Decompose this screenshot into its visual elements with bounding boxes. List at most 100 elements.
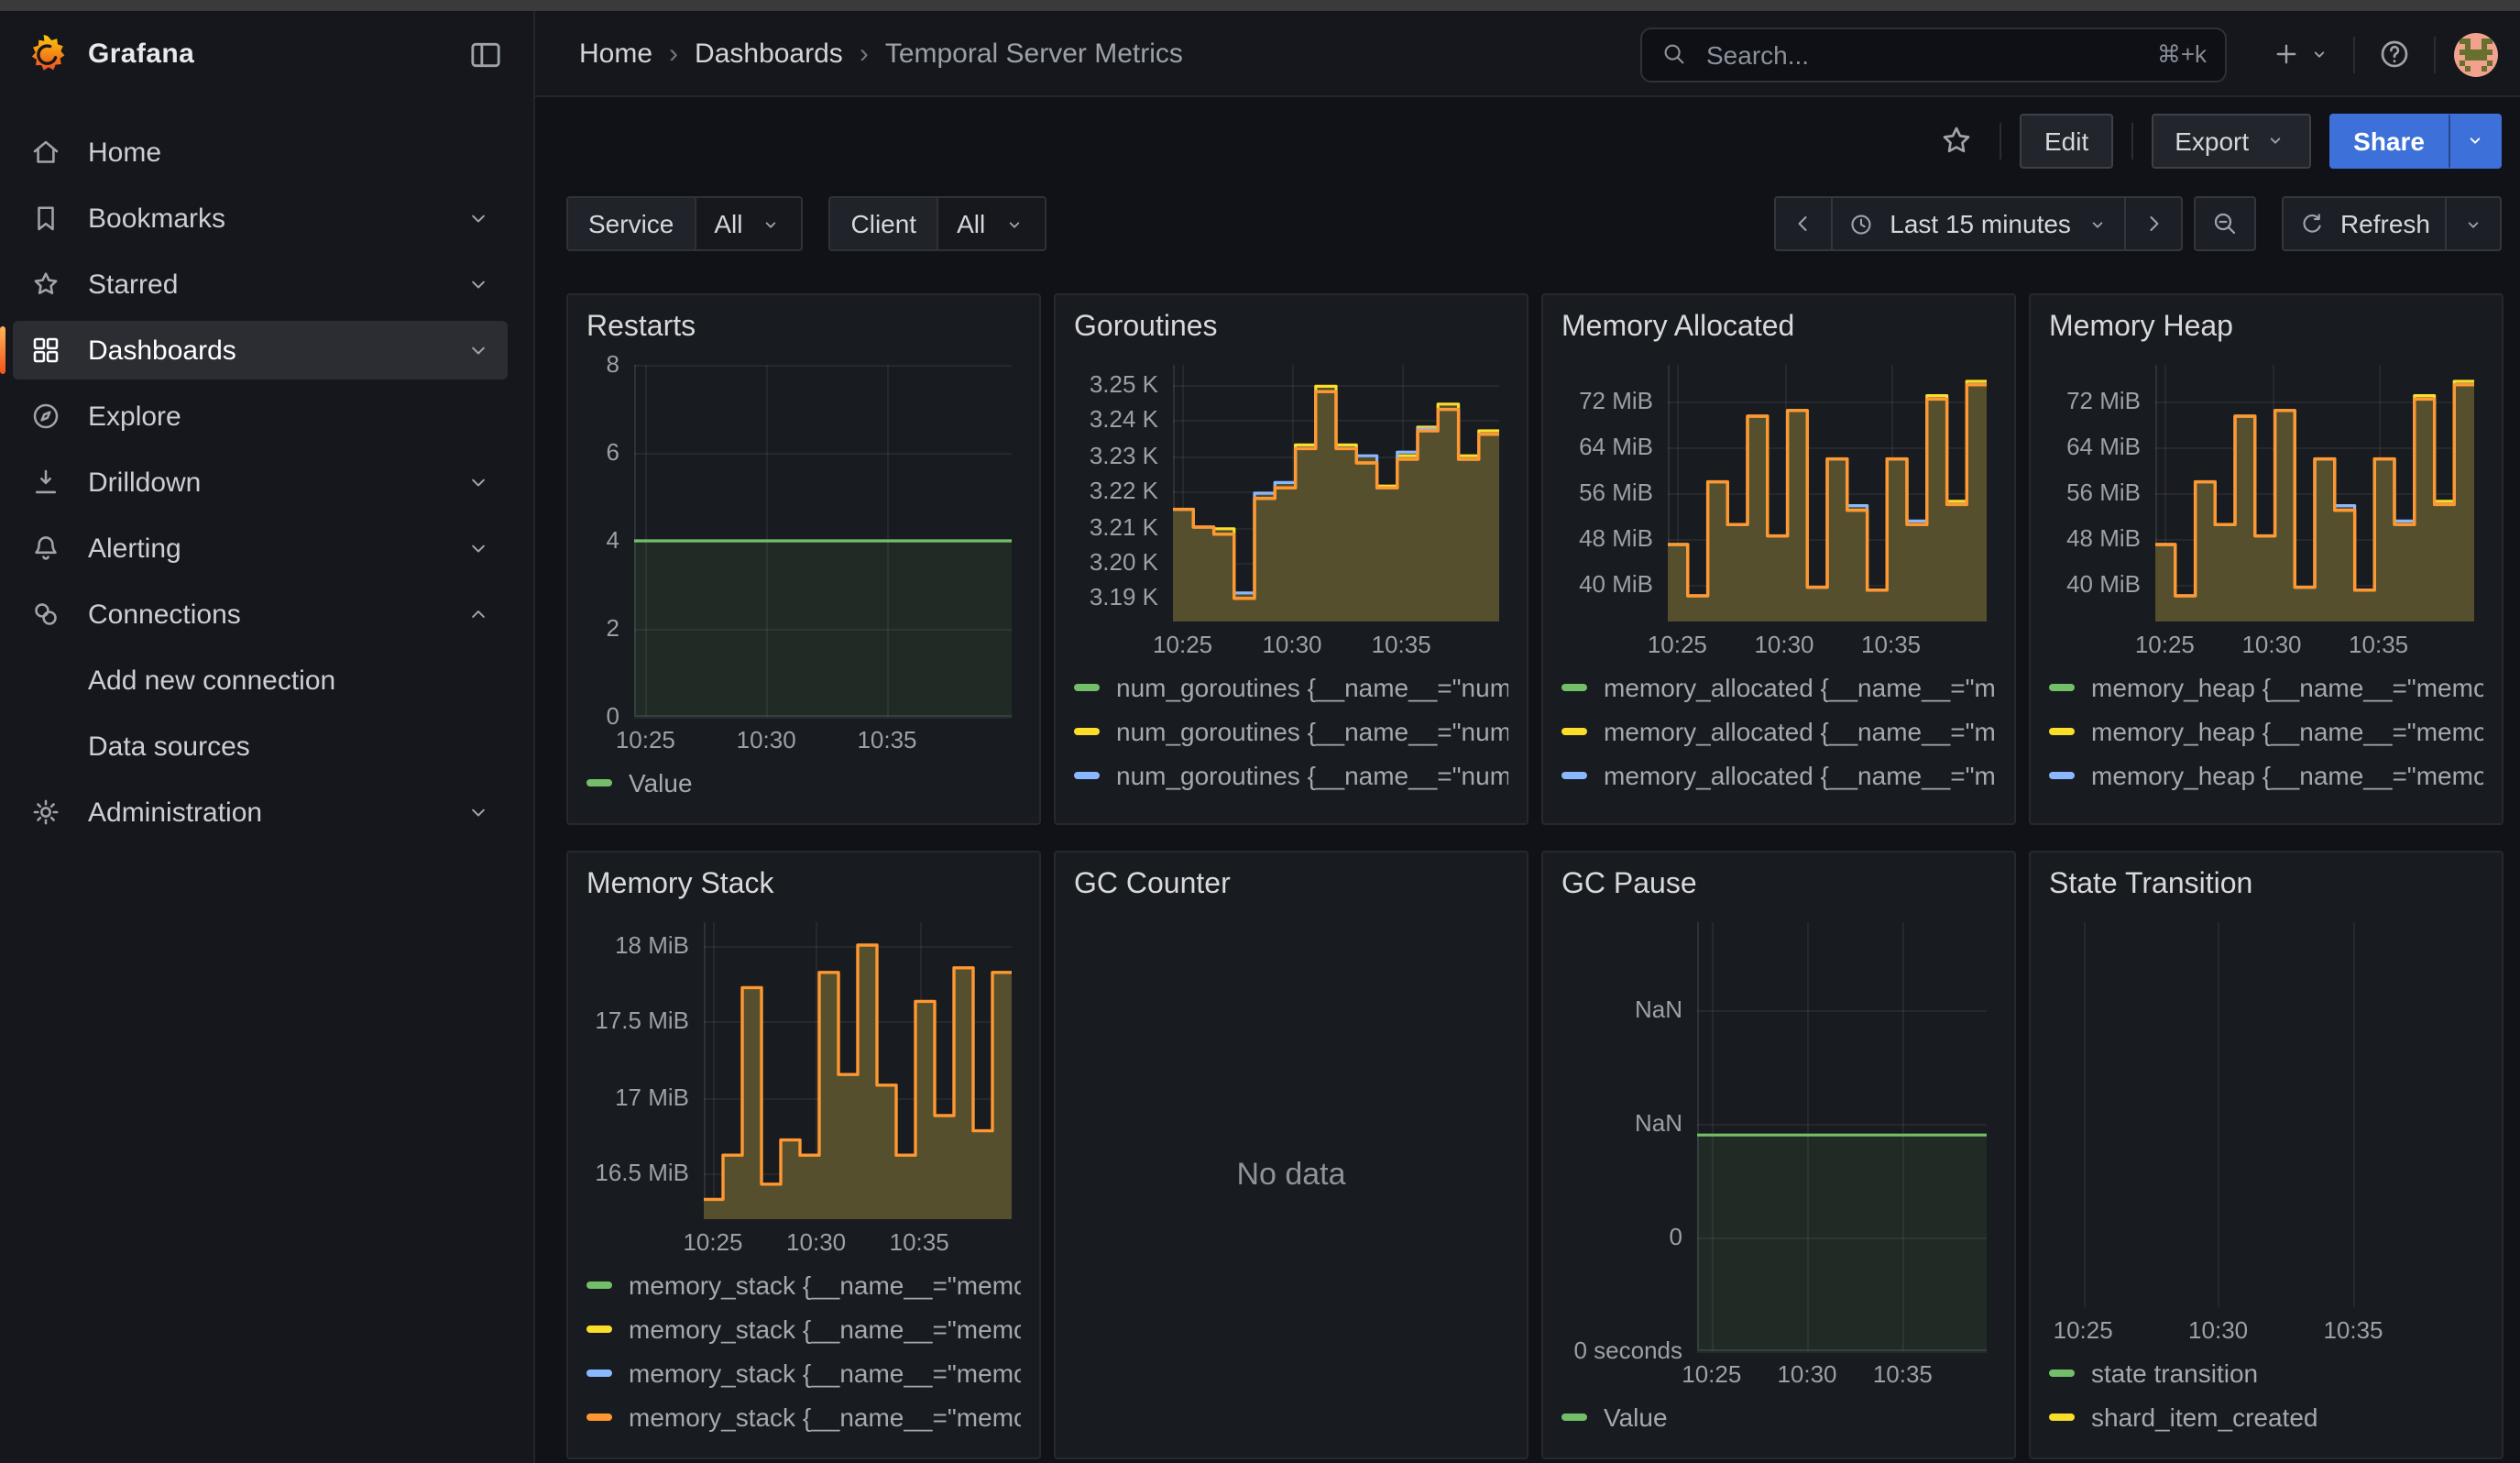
legend-series-marker xyxy=(2049,728,2075,735)
chart-state-transition[interactable]: 10:2510:3010:35 xyxy=(2049,908,2483,1348)
zoom-out-group xyxy=(2194,196,2256,251)
chart-restarts[interactable]: 0246810:2510:3010:35 xyxy=(586,350,1021,757)
legend-item[interactable]: memory_allocated {__name__="memo xyxy=(1561,754,1996,798)
legend-item[interactable]: shard_item_created xyxy=(2049,1395,2483,1439)
share-button[interactable]: Share xyxy=(2329,113,2449,168)
edit-button[interactable]: Edit xyxy=(2021,113,2112,168)
no-data-message: No data xyxy=(1074,908,1508,1443)
time-range-picker[interactable]: Last 15 minutes xyxy=(1831,198,2124,249)
filter-client: ClientAll xyxy=(829,196,1046,251)
y-axis-label: 40 MiB xyxy=(1561,570,1653,598)
sidebar-item-explore[interactable]: Explore xyxy=(13,387,508,446)
sidebar-item-alerting[interactable]: Alerting xyxy=(13,519,508,578)
legend-item[interactable]: num_goroutines {__name__="num_go xyxy=(1074,710,1508,754)
legend-item[interactable]: memory_heap {__name__="memory_h xyxy=(2049,710,2483,754)
chevron-down-icon xyxy=(760,212,783,236)
legend-item[interactable]: state transition xyxy=(2049,1351,2483,1395)
refresh-button[interactable]: Refresh xyxy=(2284,198,2445,249)
search-input[interactable] xyxy=(1703,38,2142,71)
legend-item[interactable]: memory_stack {__name__="memory_s xyxy=(586,1351,1021,1395)
legend-item[interactable]: num_goroutines {__name__="num_go xyxy=(1074,666,1508,710)
filter-client-select[interactable]: All xyxy=(938,198,1044,249)
y-axis-label: 48 MiB xyxy=(1561,524,1653,552)
panel-title[interactable]: State Transition xyxy=(2049,864,2483,908)
y-axis-label: 4 xyxy=(586,526,619,554)
legend-series-label: memory_stack {__name__="memory_s xyxy=(629,1270,1021,1300)
y-gridline xyxy=(1173,420,1499,422)
y-axis-label: 56 MiB xyxy=(2049,478,2141,506)
legend: state transitionshard_item_created xyxy=(2049,1348,2483,1443)
breadcrumb-item[interactable]: Dashboards xyxy=(695,38,843,70)
help-icon[interactable] xyxy=(2373,33,2416,75)
top-nav: Grafana Home›Dashboards›Temporal Server … xyxy=(0,11,2520,97)
chevron-down-icon xyxy=(1002,212,1025,236)
chart-gc-pause[interactable]: 0 seconds0NaNNaN10:2510:3010:35 xyxy=(1561,908,1996,1392)
panel-title[interactable]: Memory Heap xyxy=(2049,306,2483,350)
grafana-logo-icon[interactable] xyxy=(26,32,70,76)
panel-title[interactable]: GC Pause xyxy=(1561,864,1996,908)
panel-title[interactable]: Memory Allocated xyxy=(1561,306,1996,350)
legend-item[interactable]: memory_stack {__name__="memory_s xyxy=(586,1263,1021,1307)
legend-series-label: memory_stack {__name__="memory_s xyxy=(629,1402,1021,1432)
favorite-star-icon[interactable] xyxy=(1933,116,1982,165)
legend-item[interactable]: Value xyxy=(586,761,1021,805)
export-button[interactable]: Export xyxy=(2151,113,2311,168)
legend-item[interactable]: memory_heap {__name__="memory_h xyxy=(2049,798,2483,808)
legend-item[interactable]: memory_allocated {__name__="memo xyxy=(1561,798,1996,808)
x-axis-label: 10:30 xyxy=(1262,631,1321,658)
y-gridline xyxy=(634,365,1012,367)
y-axis-label: 3.22 K xyxy=(1074,477,1158,504)
sidebar-item-administration[interactable]: Administration xyxy=(13,783,508,842)
legend-item[interactable]: num_goroutines {__name__="num_go xyxy=(1074,798,1508,808)
search-box[interactable]: ⌘+k xyxy=(1640,27,2227,82)
chart-memory-stack[interactable]: 16.5 MiB17 MiB17.5 MiB18 MiB10:2510:3010… xyxy=(586,908,1021,1260)
share-options-button[interactable] xyxy=(2449,113,2502,168)
sidebar-item-label: Bookmarks xyxy=(88,203,225,234)
panel-title[interactable]: Goroutines xyxy=(1074,306,1508,350)
sidebar-item-drilldown[interactable]: Drilldown xyxy=(13,453,508,512)
chart-memory-allocated[interactable]: 40 MiB48 MiB56 MiB64 MiB72 MiB10:2510:30… xyxy=(1561,350,1996,662)
sidebar-item-add-new-connection[interactable]: Add new connection xyxy=(13,651,508,710)
panel-title[interactable]: GC Counter xyxy=(1074,864,1508,908)
time-shift-back-button[interactable] xyxy=(1776,198,1831,249)
chevron-up-icon xyxy=(466,601,491,627)
gear-icon xyxy=(29,796,62,829)
y-axis-label: 18 MiB xyxy=(586,930,689,958)
avatar[interactable] xyxy=(2454,32,2498,76)
time-shift-forward-button[interactable] xyxy=(2124,198,2181,249)
sidebar-item-home[interactable]: Home xyxy=(13,123,508,182)
add-button[interactable] xyxy=(2267,35,2335,73)
sidebar-item-dashboards[interactable]: Dashboards xyxy=(13,321,508,380)
x-gridline xyxy=(2219,922,2220,1307)
legend-item[interactable]: memory_stack {__name__="memory_s xyxy=(586,1307,1021,1351)
legend-item[interactable]: num_goroutines {__name__="num_go xyxy=(1074,754,1508,798)
refresh-interval-button[interactable] xyxy=(2445,198,2500,249)
sidebar-item-data-sources[interactable]: Data sources xyxy=(13,717,508,776)
legend-item[interactable]: memory_allocated {__name__="memo xyxy=(1561,666,1996,710)
legend-series-marker xyxy=(2049,1414,2075,1421)
legend-item[interactable]: memory_heap {__name__="memory_h xyxy=(2049,666,2483,710)
legend-item[interactable]: memory_heap {__name__="memory_h xyxy=(2049,754,2483,798)
chart-memory-heap[interactable]: 40 MiB48 MiB56 MiB64 MiB72 MiB10:2510:30… xyxy=(2049,350,2483,662)
legend: memory_allocated {__name__="memomemory_a… xyxy=(1561,662,1996,808)
chart-goroutines[interactable]: 3.19 K3.20 K3.21 K3.22 K3.23 K3.24 K3.25… xyxy=(1074,350,1508,662)
x-gridline xyxy=(1784,365,1786,622)
sidebar-item-label: Explore xyxy=(88,401,181,432)
legend-item[interactable]: Value xyxy=(1561,1395,1996,1439)
legend-item[interactable]: memory_stack {__name__="memory_s xyxy=(586,1395,1021,1439)
panel-title[interactable]: Memory Stack xyxy=(586,864,1021,908)
sidebar-item-starred[interactable]: Starred xyxy=(13,255,508,314)
legend-item[interactable]: memory_allocated {__name__="memo xyxy=(1561,710,1996,754)
filter-service-select[interactable]: All xyxy=(696,198,801,249)
y-axis-label: 40 MiB xyxy=(2049,570,2141,598)
zoom-out-button[interactable] xyxy=(2196,198,2254,249)
legend-series-marker xyxy=(1074,684,1100,691)
legend-series-marker xyxy=(2049,1370,2075,1377)
panel-title[interactable]: Restarts xyxy=(586,306,1021,350)
sidebar-item-bookmarks[interactable]: Bookmarks xyxy=(13,189,508,248)
sidebar-item-connections[interactable]: Connections xyxy=(13,585,508,644)
sidebar-toggle-icon[interactable] xyxy=(467,34,508,74)
divider xyxy=(2434,36,2436,72)
breadcrumb-item[interactable]: Home xyxy=(579,38,652,70)
share-split-button: Share xyxy=(2329,113,2502,168)
